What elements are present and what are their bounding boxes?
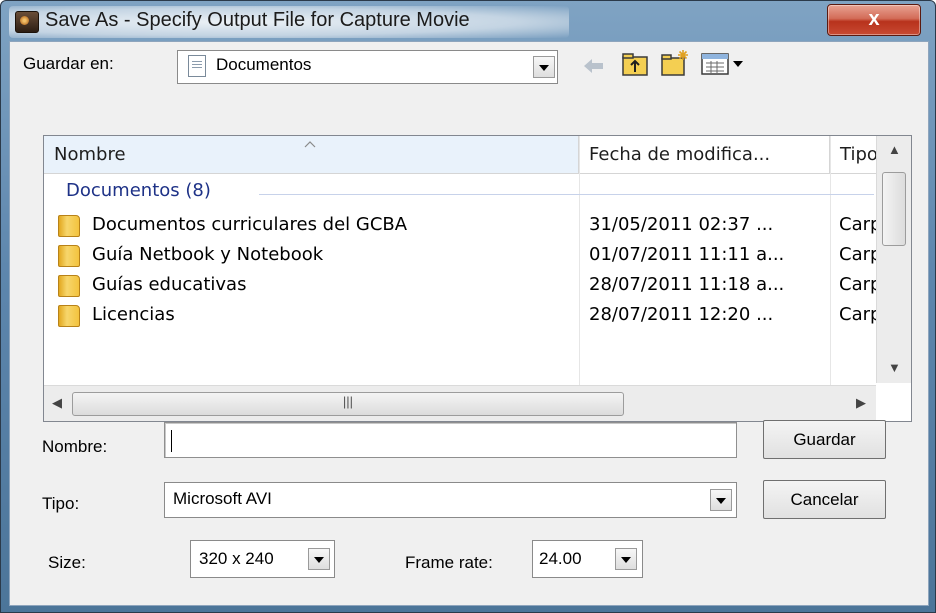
frame-rate-label: Frame rate: [405, 553, 493, 572]
close-button[interactable]: x [827, 4, 921, 36]
item-type: Carpe [839, 274, 876, 295]
list-item[interactable]: Documentos curriculares del GCBA 31/05/2… [44, 211, 876, 241]
filetype-label: Tipo: [42, 494, 80, 513]
size-value: 320 x 240 [199, 549, 274, 568]
horizontal-scroll-thumb[interactable]: ||| [72, 392, 624, 416]
app-camera-icon [15, 11, 39, 33]
chevron-down-icon[interactable] [308, 548, 330, 570]
window-title: Save As - Specify Output File for Captur… [45, 9, 470, 31]
frame-rate-value: 24.00 [539, 549, 582, 568]
item-date: 28/07/2011 12:20 ... [589, 304, 774, 325]
scroll-down-icon[interactable]: ▼ [888, 360, 901, 375]
item-name: Licencias [92, 304, 175, 325]
vertical-scroll-thumb[interactable] [882, 172, 906, 246]
cancel-button[interactable]: Cancelar [763, 480, 886, 519]
folder-icon [58, 245, 80, 267]
horizontal-scrollbar[interactable]: ◀ ||| ▶ [44, 385, 876, 421]
save-as-dialog: Save As - Specify Output File for Captur… [0, 0, 936, 613]
scroll-up-icon[interactable]: ▲ [888, 142, 901, 157]
chevron-down-icon[interactable] [533, 56, 555, 78]
column-name-label: Nombre [54, 144, 126, 165]
back-arrow-icon[interactable] [581, 54, 607, 78]
chevron-down-icon[interactable] [615, 548, 637, 570]
frame-rate-select[interactable]: 24.00 [532, 540, 643, 578]
sort-ascending-icon [304, 141, 316, 148]
column-header-date[interactable]: Fecha de modifica... [579, 136, 830, 174]
column-header-type[interactable]: Tipo [830, 136, 878, 174]
location-value: Documentos [216, 55, 312, 74]
dialog-body: Guardar en: Documentos Nombre Fecha de m… [9, 41, 929, 606]
filetype-select[interactable]: Microsoft AVI [164, 482, 737, 518]
column-type-label: Tipo [840, 144, 878, 165]
folder-icon [58, 215, 80, 237]
group-divider [259, 194, 874, 195]
folder-icon [58, 275, 80, 297]
item-type: Carpe [839, 214, 876, 235]
column-date-label: Fecha de modifica... [589, 144, 771, 165]
item-name: Guía Netbook y Notebook [92, 244, 324, 265]
folder-icon [58, 305, 80, 327]
item-name: Documentos curriculares del GCBA [92, 214, 408, 235]
file-list-view[interactable]: Nombre Fecha de modifica... Tipo Documen… [43, 135, 912, 422]
title-bar[interactable]: Save As - Specify Output File for Captur… [1, 1, 935, 43]
scroll-left-icon[interactable]: ◀ [52, 395, 62, 411]
vertical-scrollbar[interactable]: ▲ ▼ [876, 136, 911, 383]
location-combo[interactable]: Documentos [177, 50, 558, 84]
item-date: 31/05/2011 02:37 ... [589, 214, 774, 235]
filename-input[interactable] [164, 422, 737, 458]
text-caret [171, 430, 172, 452]
list-item[interactable]: Guía Netbook y Notebook 01/07/2011 11:11… [44, 241, 876, 271]
up-folder-icon[interactable] [621, 51, 649, 77]
list-item[interactable]: Guías educativas 28/07/2011 11:18 a... C… [44, 271, 876, 301]
save-button[interactable]: Guardar [763, 420, 886, 459]
documents-icon [188, 55, 206, 77]
location-label: Guardar en: [23, 54, 114, 73]
size-label: Size: [48, 553, 86, 572]
item-date: 28/07/2011 11:18 a... [589, 274, 785, 295]
list-item[interactable]: Licencias 28/07/2011 12:20 ... Carpe [44, 301, 876, 385]
item-type: Carpe [839, 304, 876, 325]
new-folder-icon[interactable] [660, 48, 690, 78]
view-menu-icon[interactable] [700, 52, 746, 76]
filetype-value: Microsoft AVI [173, 489, 272, 508]
chevron-down-icon[interactable] [710, 489, 732, 511]
filename-label: Nombre: [42, 437, 108, 456]
item-date: 01/07/2011 11:11 a... [589, 244, 785, 265]
item-name: Guías educativas [92, 274, 247, 295]
size-select[interactable]: 320 x 240 [190, 540, 335, 578]
scroll-right-icon[interactable]: ▶ [856, 395, 866, 411]
item-type: Carpe [839, 244, 876, 265]
group-header[interactable]: Documentos (8) [66, 180, 211, 201]
